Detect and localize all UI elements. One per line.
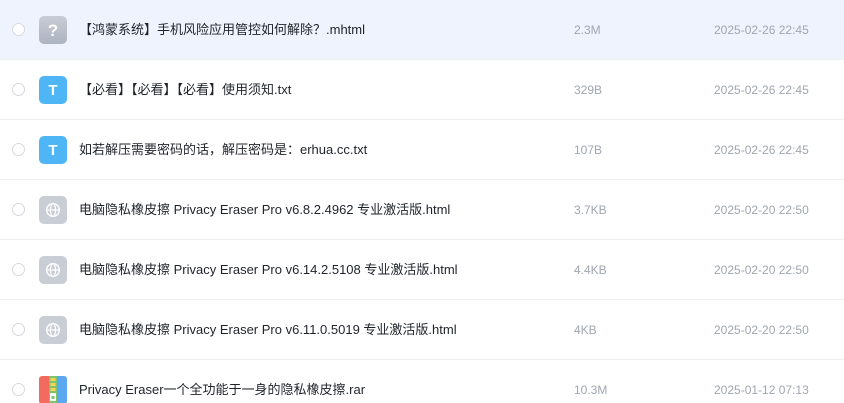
file-name[interactable]: 【必看】【必看】【必看】使用须知.txt (79, 81, 291, 99)
file-size: 2.3M (574, 23, 601, 37)
text-file-icon: T (39, 136, 67, 164)
text-file-icon: T (39, 76, 67, 104)
file-date: 2025-02-26 22:45 (714, 83, 809, 97)
file-row[interactable]: 电脑隐私橡皮擦 Privacy Eraser Pro v6.14.2.5108 … (0, 240, 844, 300)
file-name[interactable]: 电脑隐私橡皮擦 Privacy Eraser Pro v6.8.2.4962 专… (79, 201, 450, 219)
file-size: 329B (574, 83, 603, 97)
file-date: 2025-01-12 07:13 (714, 383, 809, 397)
file-date: 2025-02-20 22:50 (714, 203, 809, 217)
globe-icon (39, 256, 67, 284)
file-date: 2025-02-26 22:45 (714, 143, 809, 157)
file-row[interactable]: ? 【鸿蒙系统】手机风险应用管控如何解除？.mhtml 2.3M 2025-02… (0, 0, 844, 60)
archive-icon (39, 376, 67, 403)
file-row[interactable]: 电脑隐私橡皮擦 Privacy Eraser Pro v6.11.0.5019 … (0, 300, 844, 360)
file-row[interactable]: T 如若解压需要密码的话，解压密码是：erhua.cc.txt 107B 202… (0, 120, 844, 180)
row-checkbox[interactable] (12, 143, 25, 156)
file-size: 10.3M (574, 383, 608, 397)
row-checkbox[interactable] (12, 23, 25, 36)
row-checkbox[interactable] (12, 203, 25, 216)
file-size: 4KB (574, 323, 597, 337)
file-date: 2025-02-20 22:50 (714, 263, 809, 277)
file-name[interactable]: Privacy Eraser一个全功能于一身的隐私橡皮擦.rar (79, 381, 365, 399)
file-date: 2025-02-26 22:45 (714, 23, 809, 37)
file-size: 3.7KB (574, 203, 607, 217)
globe-icon (39, 196, 67, 224)
file-date: 2025-02-20 22:50 (714, 323, 809, 337)
file-list: ? 【鸿蒙系统】手机风险应用管控如何解除？.mhtml 2.3M 2025-02… (0, 0, 844, 403)
row-checkbox[interactable] (12, 263, 25, 276)
file-row[interactable]: 电脑隐私橡皮擦 Privacy Eraser Pro v6.8.2.4962 专… (0, 180, 844, 240)
row-checkbox[interactable] (12, 83, 25, 96)
file-name[interactable]: 电脑隐私橡皮擦 Privacy Eraser Pro v6.11.0.5019 … (79, 321, 457, 339)
file-name[interactable]: 【鸿蒙系统】手机风险应用管控如何解除？.mhtml (79, 21, 365, 39)
globe-icon (39, 316, 67, 344)
unknown-file-icon: ? (39, 16, 67, 44)
file-name[interactable]: 如若解压需要密码的话，解压密码是：erhua.cc.txt (79, 141, 367, 159)
file-row[interactable]: T 【必看】【必看】【必看】使用须知.txt 329B 2025-02-26 2… (0, 60, 844, 120)
file-size: 107B (574, 143, 603, 157)
row-checkbox[interactable] (12, 323, 25, 336)
file-size: 4.4KB (574, 263, 607, 277)
file-name[interactable]: 电脑隐私橡皮擦 Privacy Eraser Pro v6.14.2.5108 … (79, 261, 458, 279)
row-checkbox[interactable] (12, 383, 25, 396)
file-row[interactable]: Privacy Eraser一个全功能于一身的隐私橡皮擦.rar 10.3M 2… (0, 360, 844, 403)
